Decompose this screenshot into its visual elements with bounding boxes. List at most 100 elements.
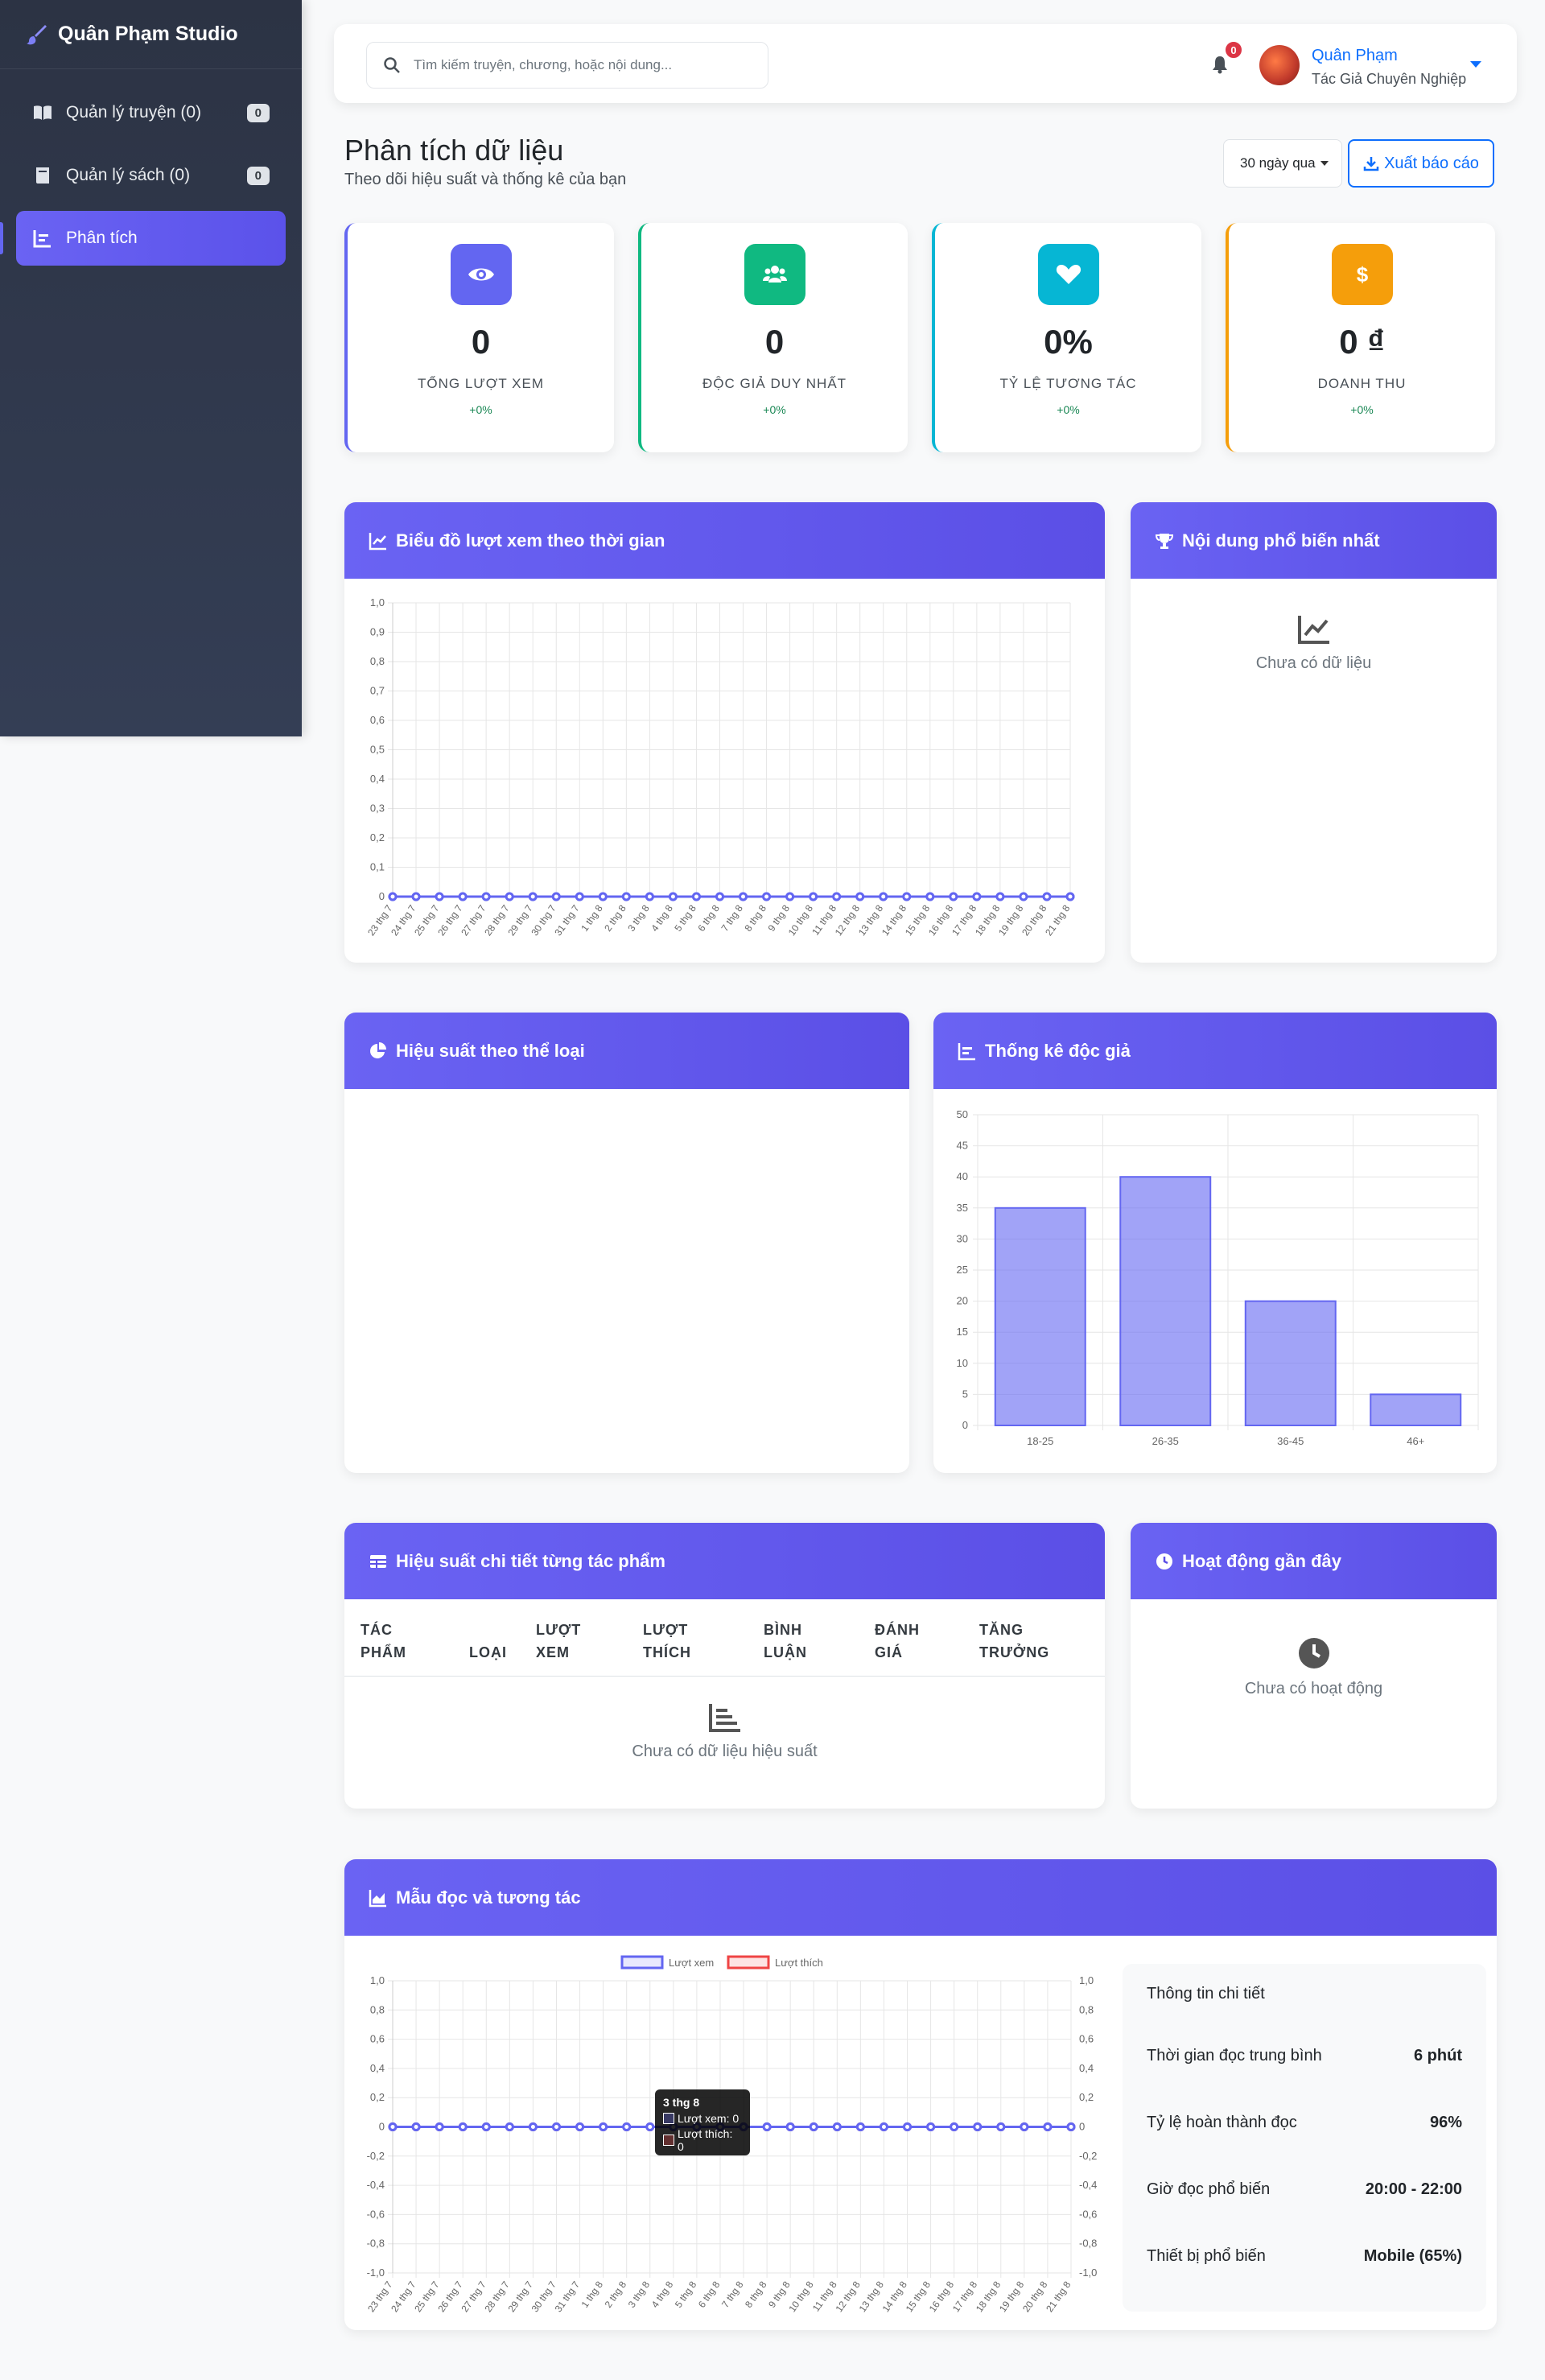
avatar[interactable] xyxy=(1259,45,1300,85)
data-point xyxy=(388,892,398,901)
data-point xyxy=(598,892,608,901)
data-point xyxy=(691,892,701,901)
data-point xyxy=(668,892,678,901)
sidebar: Quân Phạm Studio Quản lý truyện (0) 0 Qu… xyxy=(0,0,302,736)
stat-label: Tổng lượt xem xyxy=(417,376,545,391)
x-tick-label: 26-35 xyxy=(1152,1435,1179,1447)
panel-header: Biểu đồ lượt xem theo thời gian xyxy=(344,502,1105,579)
data-point xyxy=(528,2122,538,2131)
chevron-down-icon[interactable] xyxy=(1470,61,1481,68)
stat-card-views: 0 Tổng lượt xem +0% xyxy=(344,223,614,452)
data-point xyxy=(762,2122,772,2131)
heart-icon xyxy=(1037,244,1099,305)
x-tick-label: 7 thg 8 xyxy=(719,902,745,933)
data-point xyxy=(832,2122,842,2131)
views-line-chart: 1,00,90,80,70,60,50,40,30,20,1023 thg 72… xyxy=(365,596,1075,938)
data-point xyxy=(1066,2122,1076,2131)
column-header[interactable]: LOẠI xyxy=(469,1619,536,1676)
export-button[interactable]: Xuất báo cáo xyxy=(1348,139,1494,188)
search-box[interactable] xyxy=(366,42,768,89)
search-icon xyxy=(384,57,400,73)
x-tick-label: 18-25 xyxy=(1027,1435,1053,1447)
user-name[interactable]: Quân Phạm xyxy=(1312,47,1398,65)
data-point xyxy=(621,892,631,901)
legend-swatch xyxy=(663,2135,674,2146)
data-point xyxy=(599,2122,608,2131)
stat-change: +0% xyxy=(469,403,492,416)
x-tick-label: 4 thg 8 xyxy=(649,902,675,933)
y-tick-label: 0,2 xyxy=(370,831,385,844)
x-tick-label: 3 thg 8 xyxy=(626,2279,653,2309)
legend-swatch xyxy=(727,1955,770,1970)
range-select[interactable]: 30 ngày qua xyxy=(1223,139,1342,188)
data-point xyxy=(879,892,888,901)
y-tick-label: 45 xyxy=(957,1140,968,1152)
y-tick-label: -0,4 xyxy=(1079,2179,1097,2191)
sidebar-item-analytics[interactable]: Phân tích xyxy=(0,211,286,266)
x-tick-label: 3 thg 8 xyxy=(625,902,652,933)
stat-change: +0% xyxy=(1350,403,1374,416)
bar xyxy=(1370,1393,1462,1426)
search-input[interactable] xyxy=(414,57,735,73)
y-tick-label: 0,2 xyxy=(1079,2091,1094,2103)
data-point xyxy=(785,892,795,901)
legend-item: Lượt thích xyxy=(727,1955,823,1970)
export-label: Xuất báo cáo xyxy=(1384,154,1479,172)
y-tick-label: 0 xyxy=(1079,2121,1085,2133)
y-tick-label: 0,7 xyxy=(370,685,385,697)
book-icon xyxy=(36,167,49,184)
panel-title: Mẫu đọc và tương tác xyxy=(396,1887,581,1908)
y-tick-label: 40 xyxy=(957,1170,968,1182)
works-performance-panel: Hiệu suất chi tiết từng tác phẩm TÁC PHẨM… xyxy=(344,1523,1105,1809)
data-point xyxy=(645,2122,655,2131)
column-header[interactable]: ĐÁNH GIÁ xyxy=(875,1619,979,1676)
data-point xyxy=(902,892,912,901)
x-tick-label: 6 thg 8 xyxy=(696,2279,723,2309)
column-header[interactable]: TĂNG TRƯỞNG xyxy=(979,1619,1076,1676)
data-point xyxy=(1043,2122,1053,2131)
y-tick-label: 30 xyxy=(957,1232,968,1244)
data-point xyxy=(926,2122,936,2131)
count-badge: 0 xyxy=(246,166,270,185)
y-tick-label: 5 xyxy=(962,1388,968,1400)
panel-header: Hiệu suất theo thể loại xyxy=(344,1013,909,1089)
panel-title: Hoạt động gần đây xyxy=(1182,1550,1341,1571)
legend-label: Lượt xem xyxy=(669,1957,714,1969)
data-point xyxy=(1020,2122,1029,2131)
dollar-icon: $ xyxy=(1331,244,1393,305)
column-header[interactable]: LƯỢT XEM xyxy=(536,1619,643,1676)
panel-title: Biểu đồ lượt xem theo thời gian xyxy=(396,530,665,551)
x-tick-label: 5 thg 8 xyxy=(672,902,698,933)
y-tick-label: 0,4 xyxy=(1079,2062,1094,2074)
brand[interactable]: Quân Phạm Studio xyxy=(0,0,302,69)
x-tick-label: 1 thg 8 xyxy=(579,2279,606,2309)
column-header[interactable]: LƯỢT THÍCH xyxy=(643,1619,764,1676)
x-tick-label: 8 thg 8 xyxy=(743,2279,769,2309)
stat-value: 0 xyxy=(471,323,491,361)
trophy-icon xyxy=(1155,533,1174,549)
stat-value: 0 xyxy=(764,323,785,361)
data-point xyxy=(949,892,958,901)
table-header: TÁC PHẨM LOẠI LƯỢT XEM LƯỢT THÍCH BÌNH LUẬN … xyxy=(344,1599,1105,1677)
detail-row: Tỷ lệ hoàn thành đọc 96% xyxy=(1147,2113,1462,2131)
data-point xyxy=(505,2122,514,2131)
page-subtitle: Theo dõi hiệu suất và thống kê của bạn xyxy=(344,171,627,188)
sidebar-item-books[interactable]: Quản lý sách (0) 0 xyxy=(16,148,286,203)
column-header[interactable]: BÌNH LUẬN xyxy=(764,1619,875,1676)
panel-header: Thống kê độc giả xyxy=(933,1013,1497,1089)
panel-title: Nội dung phổ biến nhất xyxy=(1182,530,1380,551)
users-icon xyxy=(744,244,805,305)
column-header[interactable]: TÁC PHẨM xyxy=(360,1619,469,1676)
table-icon xyxy=(370,1554,386,1568)
data-point xyxy=(505,892,514,901)
data-point xyxy=(411,2122,421,2131)
recent-activity-panel: Hoạt động gần đây Chưa có hoạt động xyxy=(1131,1523,1497,1809)
sidebar-item-stories[interactable]: Quản lý truyện (0) 0 xyxy=(16,85,286,140)
x-tick-label: 2 thg 8 xyxy=(602,902,628,933)
y-tick-label: 0,3 xyxy=(370,802,385,815)
stat-card-engagement: 0% Tỷ lệ tương tác +0% xyxy=(932,223,1201,452)
tooltip-row: Lượt thích: 0 xyxy=(663,2127,742,2153)
bell-icon[interactable] xyxy=(1211,55,1229,74)
book-open-icon xyxy=(34,105,52,120)
panel-title: Thống kê độc giả xyxy=(985,1040,1131,1061)
